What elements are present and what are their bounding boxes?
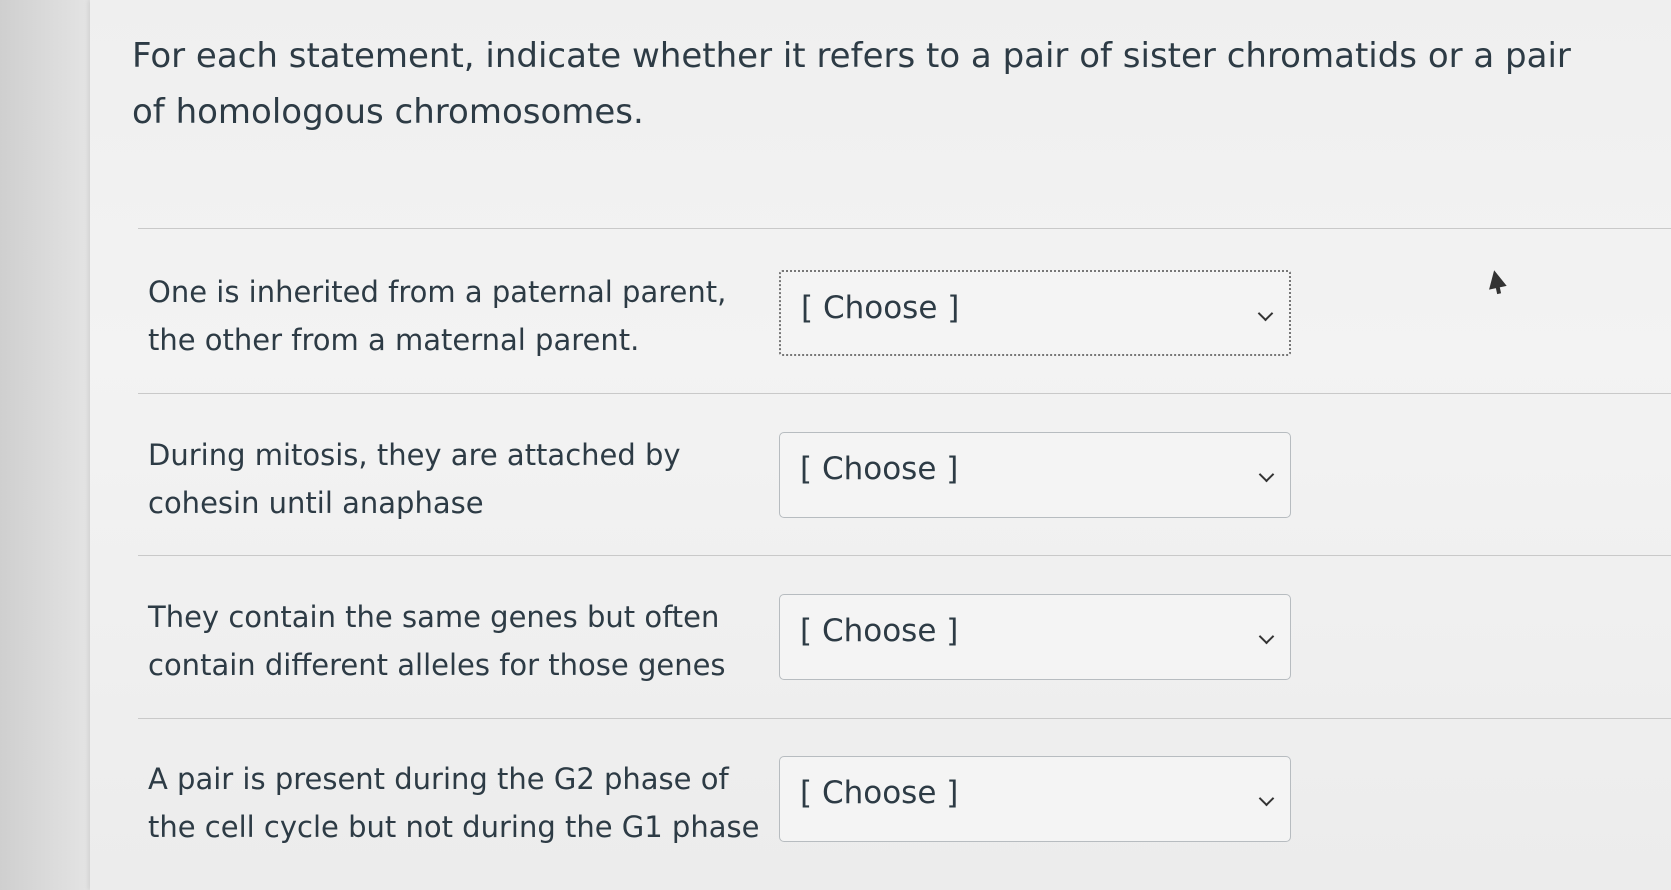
answer-select-3[interactable]: [ Choose ] — [779, 594, 1291, 680]
answer-select-1-value: [ Choose ] — [801, 290, 960, 326]
divider — [138, 228, 1671, 229]
answer-select-4[interactable]: [ Choose ] — [779, 756, 1291, 842]
chevron-down-icon — [1258, 466, 1275, 483]
mouse-pointer-icon — [1485, 268, 1507, 290]
chevron-down-icon — [1258, 790, 1275, 807]
chevron-down-icon — [1258, 628, 1275, 645]
statement-4: A pair is present during the G2 phase of… — [148, 762, 760, 844]
left-gutter — [0, 0, 90, 890]
divider — [138, 555, 1671, 556]
statement-2: During mitosis, they are attached by coh… — [148, 438, 681, 520]
divider — [138, 718, 1671, 719]
answer-select-2[interactable]: [ Choose ] — [779, 432, 1291, 518]
statement-3: They contain the same genes but often co… — [148, 600, 726, 682]
answer-select-4-value: [ Choose ] — [800, 775, 959, 811]
chevron-down-icon — [1257, 305, 1274, 322]
answer-select-1[interactable]: [ Choose ] — [779, 270, 1291, 356]
statement-1: One is inherited from a paternal parent,… — [148, 275, 727, 357]
answer-select-3-value: [ Choose ] — [800, 613, 959, 649]
question-prompt: For each statement, indicate whether it … — [132, 36, 1571, 132]
answer-select-2-value: [ Choose ] — [800, 451, 959, 487]
divider — [138, 393, 1671, 394]
